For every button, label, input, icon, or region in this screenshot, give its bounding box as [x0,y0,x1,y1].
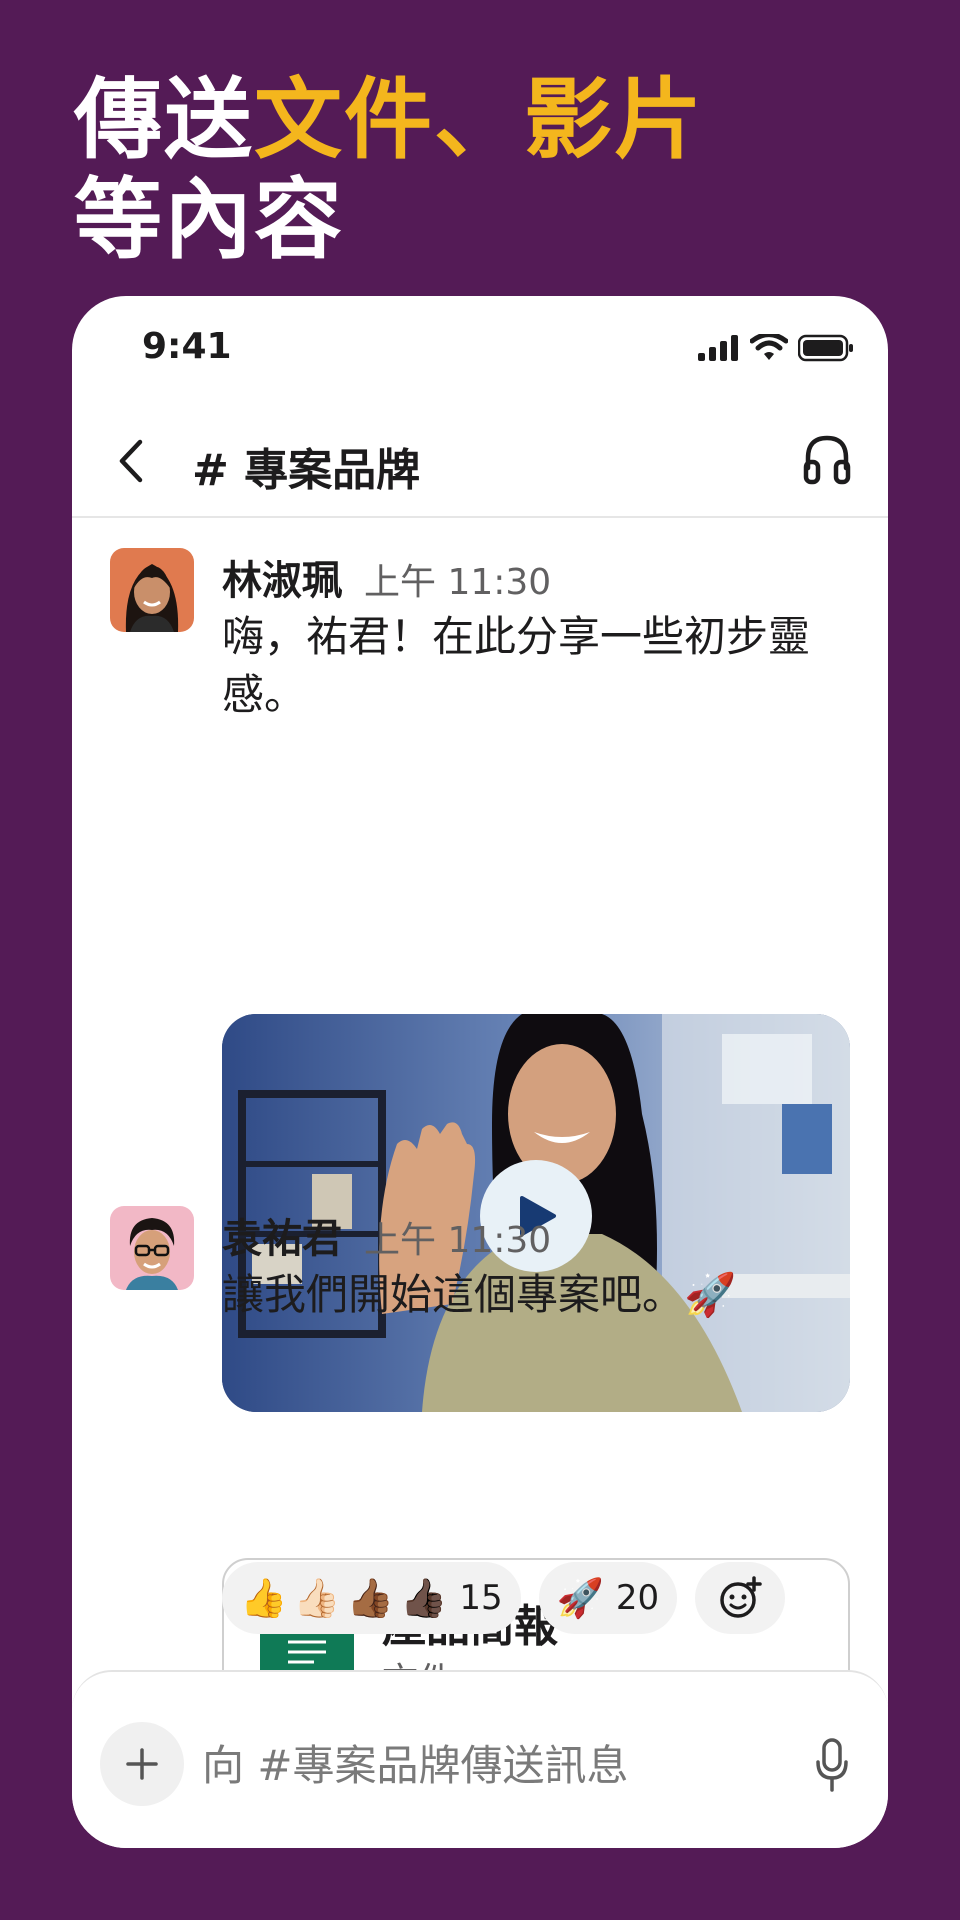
reactions: 👍 👍🏻 👍🏾 👍🏿 15 🚀 20 [222,1562,786,1634]
thumbs-up-icon: 👍 [240,1576,288,1620]
channel-title[interactable]: # 專案品牌 [192,434,420,498]
thumbs-up-dark-icon: 👍🏿 [399,1576,448,1620]
channel-header: # 專案品牌 [72,406,888,518]
microphone-icon[interactable] [812,1736,852,1794]
plus-icon [126,1748,158,1780]
phone-frame: 9:41 # 專案品牌 林淑珮 上午 11:30 嗨，祐君！在此分享一些初步靈感… [72,296,888,1848]
headline-highlight: 文件、影片 [254,68,705,171]
reaction-rocket[interactable]: 🚀 20 [538,1562,678,1634]
back-icon[interactable] [112,436,152,486]
message-time: 上午 11:30 [364,562,552,603]
battery-icon [798,334,853,362]
message-body: 袁祐君 上午 11:30 讓我們開始這個專案吧。🚀 [222,1206,852,1324]
thumbs-up-medium-dark-icon: 👍🏾 [346,1576,394,1620]
reaction-thumbs-up[interactable]: 👍 👍🏻 👍🏾 👍🏿 15 [222,1562,521,1634]
message-text: 嗨，祐君！在此分享一些初步靈感。 [222,612,811,719]
message: 袁祐君 上午 11:30 讓我們開始這個專案吧。🚀 產品簡報 文件 [110,1206,850,1746]
headline-text: 傳送 [74,68,255,171]
message-input[interactable] [202,1730,762,1800]
wifi-icon [750,334,788,360]
headphones-icon[interactable] [802,432,852,488]
avatar[interactable] [110,1206,194,1290]
add-button[interactable] [100,1722,184,1806]
reaction-count: 20 [615,1578,660,1618]
avatar[interactable] [110,548,194,632]
add-reaction-icon [720,1576,762,1618]
rocket-icon: 🚀 [556,1576,604,1620]
reaction-count: 15 [459,1578,503,1618]
message-time: 上午 11:30 [364,1220,552,1261]
author-name[interactable]: 林淑珮 [222,548,342,606]
author-name[interactable]: 袁祐君 [222,1206,342,1264]
message-composer [72,1670,888,1848]
signal-icon [698,335,738,361]
add-reaction-button[interactable] [695,1562,786,1634]
man-with-glasses-portrait-icon [110,1206,194,1290]
message-body: 林淑珮 上午 11:30 嗨，祐君！在此分享一些初步靈感。 [222,548,852,724]
status-time: 9:41 [142,326,232,367]
thumbs-up-light-icon: 👍🏻 [293,1576,341,1620]
woman-portrait-icon [110,548,194,632]
message-text: 讓我們開始這個專案吧。🚀 [222,1270,737,1319]
status-bar: 9:41 [72,296,888,406]
headline-line2: 等內容 [74,168,345,271]
status-icons [698,334,854,362]
headline: 傳送文件、影片 等內容 [74,70,704,270]
